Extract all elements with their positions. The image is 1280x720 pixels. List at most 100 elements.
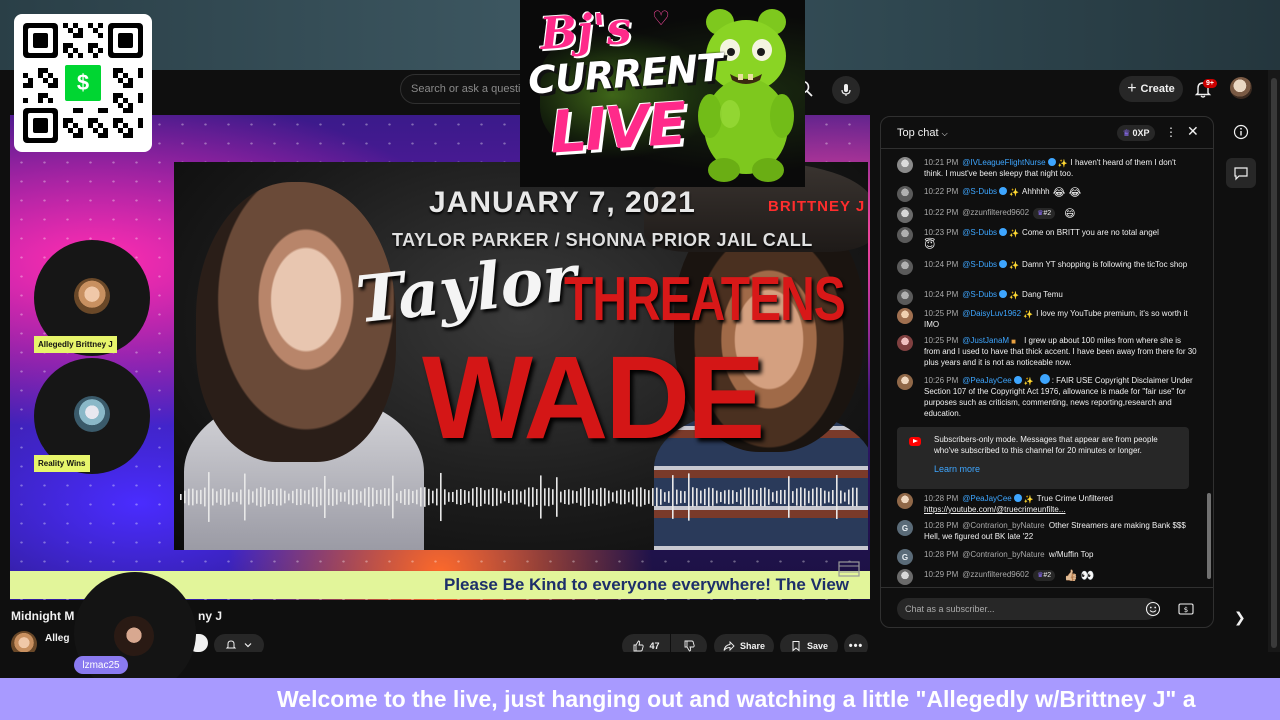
chat-avatar[interactable] <box>897 335 913 351</box>
chat-menu-icon[interactable]: ⋮ <box>1165 125 1177 139</box>
waveform-bar <box>676 489 678 505</box>
waveform-bar <box>252 491 254 503</box>
xp-badge[interactable]: ♛ 0XP <box>1117 125 1155 141</box>
chevron-right-icon[interactable]: ❯ <box>1234 609 1246 626</box>
waveform-bar <box>604 488 606 506</box>
qr-module <box>138 118 143 123</box>
info-icon[interactable] <box>1227 118 1255 146</box>
qr-module <box>73 123 78 128</box>
chat-avatar[interactable] <box>897 157 913 173</box>
waveform-bar <box>264 487 266 507</box>
chat-avatar[interactable] <box>897 308 913 324</box>
thumbnail-word-threatens: THREATENS <box>564 265 846 335</box>
chat-author[interactable]: @IVLeagueFlightNurse <box>962 158 1045 167</box>
chat-avatar[interactable] <box>897 493 913 509</box>
video-title-start: Midnight M <box>11 609 75 623</box>
chat-author[interactable]: @S-Dubs <box>962 260 997 269</box>
chat-link[interactable]: https://youtube.com/@truecrimeunfilte... <box>924 505 1066 514</box>
qr-module <box>68 53 73 58</box>
chat-author[interactable]: @S-Dubs <box>962 228 997 237</box>
waveform-bar <box>568 489 570 505</box>
chat-scrollbar[interactable] <box>1207 153 1211 585</box>
waveform-bar <box>720 491 722 503</box>
video-title-end: ny J <box>198 609 223 623</box>
page-scrollbar[interactable] <box>1268 70 1280 652</box>
waveform-bar <box>716 490 718 504</box>
chat-message: 10:22 PM @zzunfiltered9602 ♛#2 😄 <box>897 207 1197 223</box>
chat-author[interactable]: @zzunfiltered9602 <box>962 570 1029 579</box>
live-chat-panel: Top chat ⌵ ♛ 0XP ⋮ ✕ 10:21 PM @IVLeagueFli… <box>880 116 1214 628</box>
chat-message: 10:25 PM @JustJanaM ■ I grew up about 100 m… <box>897 335 1197 368</box>
chat-time: 10:23 PM <box>924 228 959 237</box>
chat-author[interactable]: @Contrarion_byNature <box>962 550 1044 559</box>
chat-avatar[interactable] <box>897 289 913 305</box>
waveform-bar <box>804 488 806 506</box>
waveform-bar <box>668 491 670 503</box>
chat-input[interactable]: Chat as a subscriber... <box>897 598 1157 620</box>
chat-header: Top chat ⌵ ♛ 0XP ⋮ ✕ <box>881 117 1213 149</box>
heart-icon: ♡ <box>652 8 670 30</box>
qr-module <box>78 28 83 33</box>
plus-icon: + <box>1127 80 1137 97</box>
account-avatar[interactable] <box>1230 77 1252 99</box>
qr-module <box>128 78 133 83</box>
chat-author[interactable]: @DaisyLuv1962 <box>962 309 1021 318</box>
create-button[interactable]: + Create <box>1119 76 1183 102</box>
waveform-bar <box>664 492 666 502</box>
chat-author[interactable]: @S-Dubs <box>962 290 997 299</box>
channel-name[interactable]: Alleg <box>45 633 69 644</box>
waveform-bar <box>744 487 746 507</box>
chat-message: 10:29 PM @zzunfiltered9602 ♛#2 👍🏼 👀 <box>897 569 1197 585</box>
chat-badge-icon: ✨ <box>1023 495 1034 504</box>
qr-module <box>68 28 73 33</box>
chat-author[interactable]: @Contrarion_byNature <box>962 521 1044 530</box>
microphone-button[interactable] <box>832 76 860 104</box>
chat-avatar[interactable] <box>897 186 913 202</box>
chat-badge-icon: ✨ <box>1023 377 1034 386</box>
guest-label-1: Allegedly Brittney J <box>34 336 117 353</box>
emoji-picker-icon[interactable] <box>1145 601 1161 617</box>
chat-author[interactable]: @S-Dubs <box>962 187 997 196</box>
waveform-bar <box>696 488 698 506</box>
waveform-bar <box>752 489 754 505</box>
chat-author[interactable]: @JustJanaM <box>962 336 1009 345</box>
chat-badge-icon: ✨ <box>1057 159 1068 168</box>
waveform-bar <box>572 490 574 504</box>
waveform-bar <box>188 488 190 506</box>
waveform-bar <box>836 474 838 520</box>
chat-avatar[interactable] <box>897 227 913 243</box>
qr-module <box>113 98 118 103</box>
close-icon[interactable]: ✕ <box>1187 123 1199 140</box>
member-badge-icon <box>999 228 1008 236</box>
waveform-bar <box>856 487 858 507</box>
waveform-bar <box>624 489 626 505</box>
chat-avatar[interactable]: G <box>897 549 913 565</box>
chat-toggle-icon[interactable] <box>1226 158 1256 188</box>
qr-module <box>38 68 43 73</box>
waveform-bar <box>232 492 234 502</box>
waveform-bar <box>592 490 594 504</box>
chat-message: 10:28 PM @PeaJayCee ✨ True Crime Unfiltered… <box>897 493 1197 515</box>
waveform-bar <box>828 491 830 503</box>
chat-author[interactable]: @PeaJayCee <box>962 494 1011 503</box>
waveform-bar <box>596 489 598 505</box>
chat-text: Come on BRITT you are no total angel <box>1022 228 1159 237</box>
chat-author[interactable]: @PeaJayCee <box>962 376 1011 385</box>
chat-avatar[interactable] <box>897 569 913 585</box>
chat-mode-dropdown[interactable]: Top chat ⌵ <box>897 127 948 139</box>
learn-more-link[interactable]: Learn more <box>934 464 980 474</box>
qr-module <box>73 48 78 53</box>
chat-author[interactable]: @zzunfiltered9602 <box>962 208 1029 217</box>
host-camera-circle <box>74 572 196 694</box>
super-chat-icon[interactable]: $ <box>1177 600 1195 618</box>
chat-scrollbar-thumb[interactable] <box>1207 493 1211 579</box>
qr-module <box>68 43 73 48</box>
chat-avatar[interactable] <box>897 259 913 275</box>
waveform-bar <box>612 492 614 502</box>
waveform-bar <box>660 489 662 505</box>
chat-avatar[interactable] <box>897 207 913 223</box>
qr-module <box>128 103 133 108</box>
page-scrollbar-thumb[interactable] <box>1271 78 1277 648</box>
chat-avatar[interactable] <box>897 374 913 390</box>
chat-avatar[interactable]: G <box>897 520 913 536</box>
